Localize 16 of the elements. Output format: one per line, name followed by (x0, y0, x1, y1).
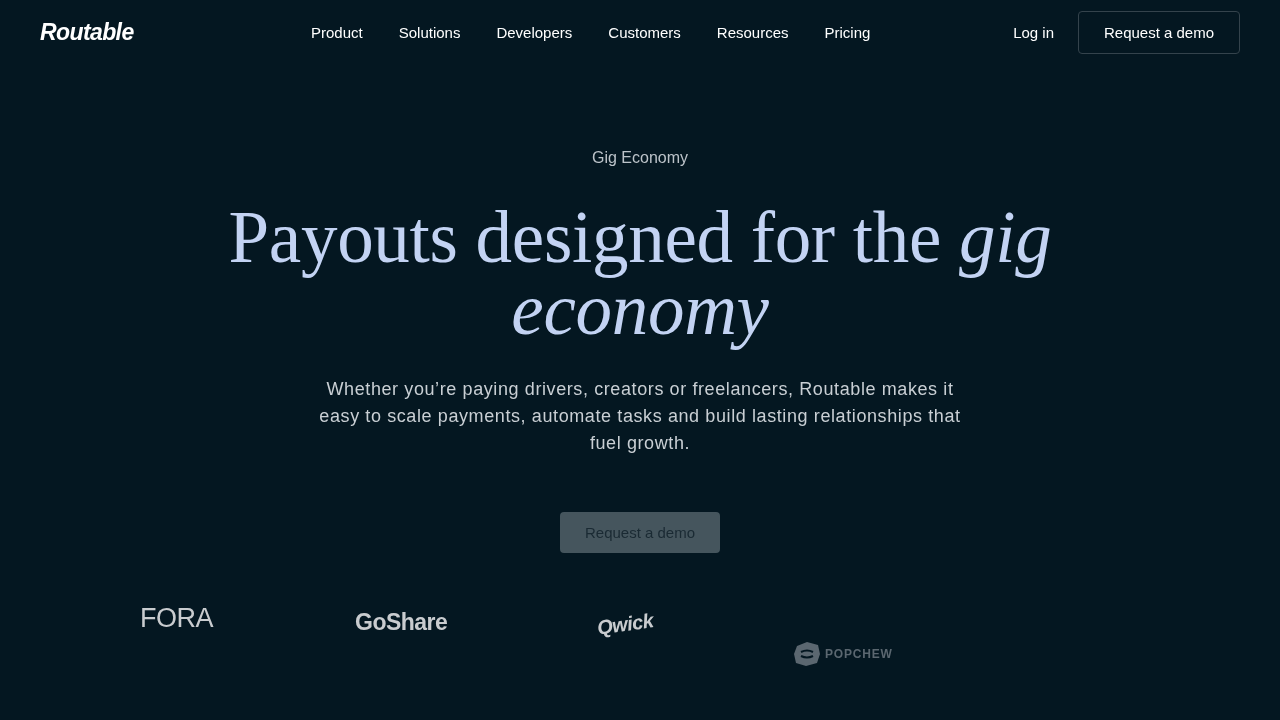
eyebrow-label: Gig Economy (591, 148, 688, 168)
badge-icon (793, 641, 821, 667)
nav-link[interactable]: Solutions (398, 23, 461, 41)
customer-logo: Qwick (595, 609, 655, 640)
login-link[interactable]: Log in (1013, 23, 1054, 41)
hero-description: Whether you’re paying drivers, creators or freelancers, Routable makes it easy to scale payments, automate tasks and build lasting relationships that fuel growth. (318, 378, 962, 455)
brand-logo[interactable]: Routable (40, 18, 134, 45)
nav-link[interactable]: Customers (608, 23, 681, 41)
nav-link[interactable]: Developers (496, 23, 573, 41)
customer-logo: POPCHEW (825, 647, 893, 661)
customer-logo: GoShare (355, 608, 448, 637)
nav-link[interactable]: Product (311, 23, 363, 41)
customer-logo: FORA (140, 603, 213, 633)
request-demo-button[interactable]: Request a demo (1078, 11, 1240, 54)
nav-link[interactable]: Pricing (824, 23, 871, 41)
nav-link[interactable]: Resources (716, 23, 789, 41)
